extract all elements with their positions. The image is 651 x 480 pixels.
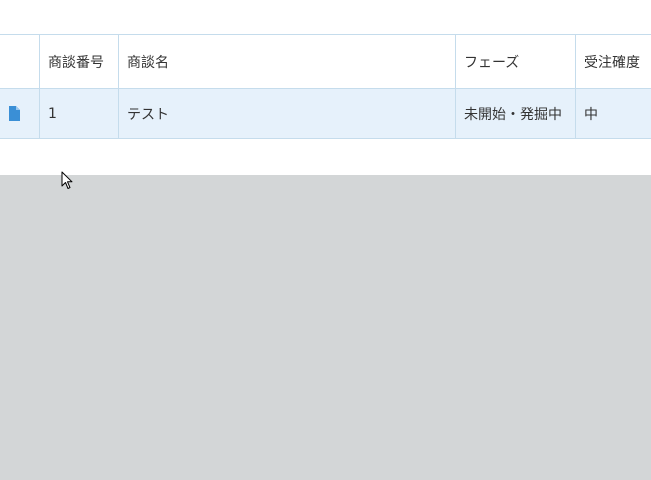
phase-cell: 未開始・発掘中 xyxy=(456,89,576,138)
header-phase[interactable]: フェーズ xyxy=(456,35,576,88)
mouse-cursor-icon xyxy=(61,171,73,189)
header-deal-name[interactable]: 商談名 xyxy=(119,35,456,88)
deal-table: 商談番号 商談名 フェーズ 受注確度 1 テスト 未開始・発掘中 中 xyxy=(0,34,651,139)
deal-name-cell[interactable]: テスト xyxy=(119,89,456,138)
header-order-confidence[interactable]: 受注確度 xyxy=(576,35,651,88)
row-icon-cell[interactable] xyxy=(0,89,40,138)
list-panel: 商談番号 商談名 フェーズ 受注確度 1 テスト 未開始・発掘中 中 xyxy=(0,0,651,175)
table-header-row: 商談番号 商談名 フェーズ 受注確度 xyxy=(0,35,651,89)
deal-number-cell: 1 xyxy=(40,89,119,138)
header-icon-column xyxy=(0,35,40,88)
order-confidence-cell: 中 xyxy=(584,106,598,123)
document-icon[interactable] xyxy=(9,106,20,121)
header-deal-number[interactable]: 商談番号 xyxy=(40,35,119,88)
table-row[interactable]: 1 テスト 未開始・発掘中 中 xyxy=(0,89,651,138)
